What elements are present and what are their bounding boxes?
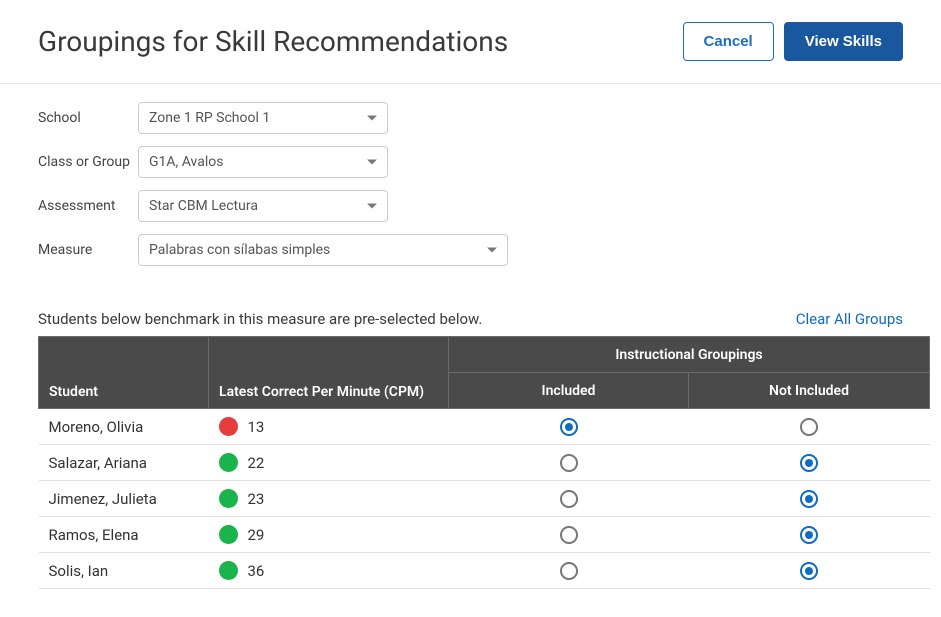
school-label: School [38,110,138,126]
col-included-header: Included [449,373,689,409]
student-name: Jimenez, Julieta [39,481,209,517]
cpm-value: 23 [248,490,265,508]
cpm-cell: 36 [209,553,449,589]
school-value: Zone 1 RP School 1 [149,110,270,126]
cpm-cell: 22 [209,445,449,481]
not-included-radio[interactable] [800,562,818,580]
cancel-button[interactable]: Cancel [683,22,774,61]
cpm-cell: 23 [209,481,449,517]
col-student-header: Student [39,337,209,409]
measure-dropdown[interactable]: Palabras con sílabas simples [138,234,508,266]
chevron-down-icon [367,116,377,121]
measure-label: Measure [38,242,138,258]
class-label: Class or Group [38,154,138,170]
status-dot-icon [219,417,238,436]
cpm-value: 36 [248,562,265,580]
table-row: Salazar, Ariana 22 [39,445,930,481]
status-dot-icon [219,453,238,472]
table-row: Moreno, Olivia 13 [39,409,930,445]
table-row: Solis, Ian 36 [39,553,930,589]
not-included-radio[interactable] [800,454,818,472]
not-included-radio[interactable] [800,418,818,436]
status-dot-icon [219,525,238,544]
included-radio[interactable] [560,454,578,472]
table-row: Ramos, Elena 29 [39,517,930,553]
chevron-down-icon [367,204,377,209]
student-name: Moreno, Olivia [39,409,209,445]
assessment-value: Star CBM Lectura [149,198,258,214]
student-name: Salazar, Ariana [39,445,209,481]
table-row: Jimenez, Julieta 23 [39,481,930,517]
col-group-header: Instructional Groupings [449,337,930,373]
assessment-dropdown[interactable]: Star CBM Lectura [138,190,388,222]
cpm-value: 29 [248,526,265,544]
subhead-text: Students below benchmark in this measure… [38,310,482,328]
view-skills-button[interactable]: View Skills [784,22,903,61]
col-notincluded-header: Not Included [689,373,930,409]
cpm-cell: 29 [209,517,449,553]
student-name: Solis, Ian [39,553,209,589]
chevron-down-icon [487,248,497,253]
measure-value: Palabras con sílabas simples [149,242,330,258]
chevron-down-icon [367,160,377,165]
school-dropdown[interactable]: Zone 1 RP School 1 [138,102,388,134]
not-included-radio[interactable] [800,490,818,508]
included-radio[interactable] [560,490,578,508]
cpm-value: 13 [248,418,265,436]
status-dot-icon [219,561,238,580]
included-radio[interactable] [560,418,578,436]
col-cpm-header: Latest Correct Per Minute (CPM) [209,337,449,409]
class-dropdown[interactable]: G1A, Avalos [138,146,388,178]
included-radio[interactable] [560,526,578,544]
assessment-label: Assessment [38,198,138,214]
class-value: G1A, Avalos [149,154,223,170]
cpm-cell: 13 [209,409,449,445]
students-table: Student Latest Correct Per Minute (CPM) … [38,336,930,589]
cpm-value: 22 [248,454,265,472]
status-dot-icon [219,489,238,508]
page-title: Groupings for Skill Recommendations [38,25,508,58]
student-name: Ramos, Elena [39,517,209,553]
clear-all-groups-link[interactable]: Clear All Groups [796,310,903,328]
included-radio[interactable] [560,562,578,580]
not-included-radio[interactable] [800,526,818,544]
